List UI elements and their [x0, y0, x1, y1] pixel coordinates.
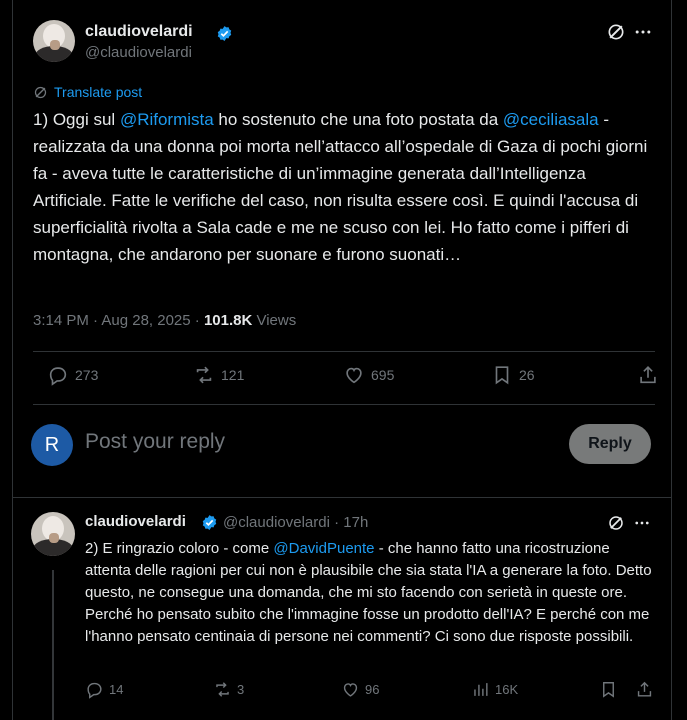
repost-icon [196, 366, 212, 384]
reply-icon [87, 682, 102, 699]
views-count: 16K [495, 682, 519, 697]
bookmark-count: 26 [519, 367, 535, 383]
translate-post-link[interactable]: Translate post [33, 84, 142, 100]
reply-count: 14 [109, 682, 124, 697]
thread-line [52, 570, 54, 720]
reply-post-text: 2) E ringrazio coloro - come @DavidPuent… [85, 538, 657, 648]
mention-link[interactable]: @Riformista [120, 110, 214, 129]
share-icon [637, 681, 652, 697]
more-icon[interactable] [633, 22, 653, 42]
views-icon [474, 683, 488, 696]
grok-icon[interactable] [606, 22, 626, 42]
repost-button[interactable]: 121 [193, 364, 244, 386]
like-icon [343, 683, 358, 697]
reply-action-bar: 14 3 96 16K [85, 680, 657, 704]
bookmark-button[interactable]: 26 [491, 364, 535, 386]
grok-icon[interactable] [607, 514, 625, 532]
repost-icon [216, 682, 229, 697]
mention-link[interactable]: @DavidPuente [273, 540, 374, 557]
display-name[interactable]: claudiovelardi [85, 513, 186, 530]
post-text-part: ho sostenuto che una foto postata da [213, 110, 503, 129]
reply-button[interactable]: 273 [47, 364, 98, 386]
timeline-column: claudiovelardi @claudiovelardi Translate… [12, 0, 672, 720]
views-label: Views [252, 312, 297, 329]
share-icon [640, 366, 656, 384]
share-button[interactable] [637, 364, 659, 386]
views-count: 101.8K [203, 312, 253, 329]
repost-count: 3 [237, 682, 245, 697]
verified-badge-icon [202, 515, 217, 530]
post-timestamp[interactable]: 3:14 PM · Aug 28, 2025 · [33, 312, 204, 329]
reply-submit-button[interactable]: Reply [569, 424, 651, 464]
post-text-part: - realizzata da una donna poi morta nell… [33, 110, 648, 264]
post-text-part: 1) Oggi sul [33, 110, 120, 129]
main-tweet: claudiovelardi @claudiovelardi Translate… [13, 0, 671, 498]
divider [33, 351, 655, 352]
like-button[interactable]: 695 [343, 364, 394, 386]
bookmark-icon [603, 682, 614, 698]
like-count: 96 [365, 682, 380, 697]
reply-count: 273 [75, 367, 99, 383]
mention-link[interactable]: @ceciliasala [503, 110, 599, 129]
like-icon [346, 367, 362, 384]
like-button[interactable]: 96 [341, 680, 379, 699]
verified-badge-icon [217, 26, 232, 41]
post-text: 1) Oggi sul @Riformista ho sostenuto che… [33, 106, 663, 268]
divider [33, 404, 655, 405]
repost-button[interactable]: 3 [213, 680, 244, 699]
reply-input[interactable]: Post your reply [85, 430, 225, 454]
bookmark-button[interactable] [599, 680, 618, 699]
repost-count: 121 [221, 367, 245, 383]
reply-button[interactable]: 14 [85, 680, 123, 699]
translate-label[interactable]: Translate post [54, 84, 142, 100]
reply-icon [49, 367, 67, 386]
action-bar: 273 121 695 26 [33, 364, 656, 394]
post-metadata: 3:14 PM · Aug 28, 2025 · 101.8K Views [33, 312, 296, 329]
handle-and-time[interactable]: @claudiovelardi · 17h [223, 514, 368, 531]
more-icon[interactable] [633, 514, 651, 532]
bookmark-icon [495, 366, 509, 385]
views-button[interactable]: 16K [471, 680, 518, 699]
post-text-part: 2) E ringrazio coloro - come [85, 540, 274, 557]
translate-icon [34, 86, 47, 98]
handle[interactable]: @claudiovelardi [85, 44, 192, 61]
avatar[interactable] [31, 512, 75, 556]
composer-avatar[interactable]: R [31, 424, 73, 466]
display-name[interactable]: claudiovelardi [85, 23, 193, 41]
share-button[interactable] [635, 680, 654, 699]
like-count: 695 [371, 367, 395, 383]
avatar[interactable] [33, 20, 75, 62]
